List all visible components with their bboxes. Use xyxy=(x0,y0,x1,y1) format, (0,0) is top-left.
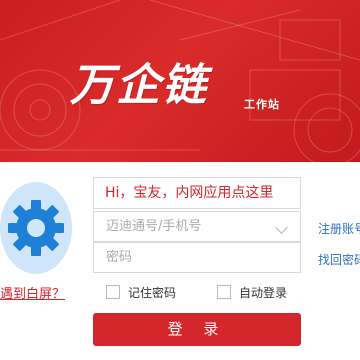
username-field[interactable] xyxy=(93,211,301,242)
checkbox-box[interactable] xyxy=(106,285,120,299)
avatar xyxy=(0,180,76,276)
username-input[interactable] xyxy=(94,212,276,241)
header-banner: 万企链 工作站 xyxy=(0,0,360,162)
recover-password-link[interactable]: 找回密码 xyxy=(318,251,360,268)
brand-title: 万企链 xyxy=(70,60,208,111)
password-input[interactable] xyxy=(94,243,276,272)
white-screen-help-link[interactable]: 遇到白屏？ xyxy=(0,283,65,302)
remember-password-label: 记住密码 xyxy=(128,285,177,300)
register-link[interactable]: 注册账号 xyxy=(318,220,360,237)
intranet-apps-banner[interactable]: Hi，宝友，内网应用点这里 xyxy=(93,177,301,209)
chevron-down-icon[interactable] xyxy=(275,221,288,234)
password-field[interactable] xyxy=(93,242,301,273)
login-button[interactable]: 登 录 xyxy=(93,313,301,346)
checkbox-box[interactable] xyxy=(217,285,231,299)
auto-login-checkbox[interactable]: 自动登录 xyxy=(217,283,287,301)
remember-password-checkbox[interactable]: 记住密码 xyxy=(106,283,176,301)
auto-login-label: 自动登录 xyxy=(239,285,288,300)
brand-subtitle: 工作站 xyxy=(244,98,280,111)
gear-icon xyxy=(0,182,72,274)
